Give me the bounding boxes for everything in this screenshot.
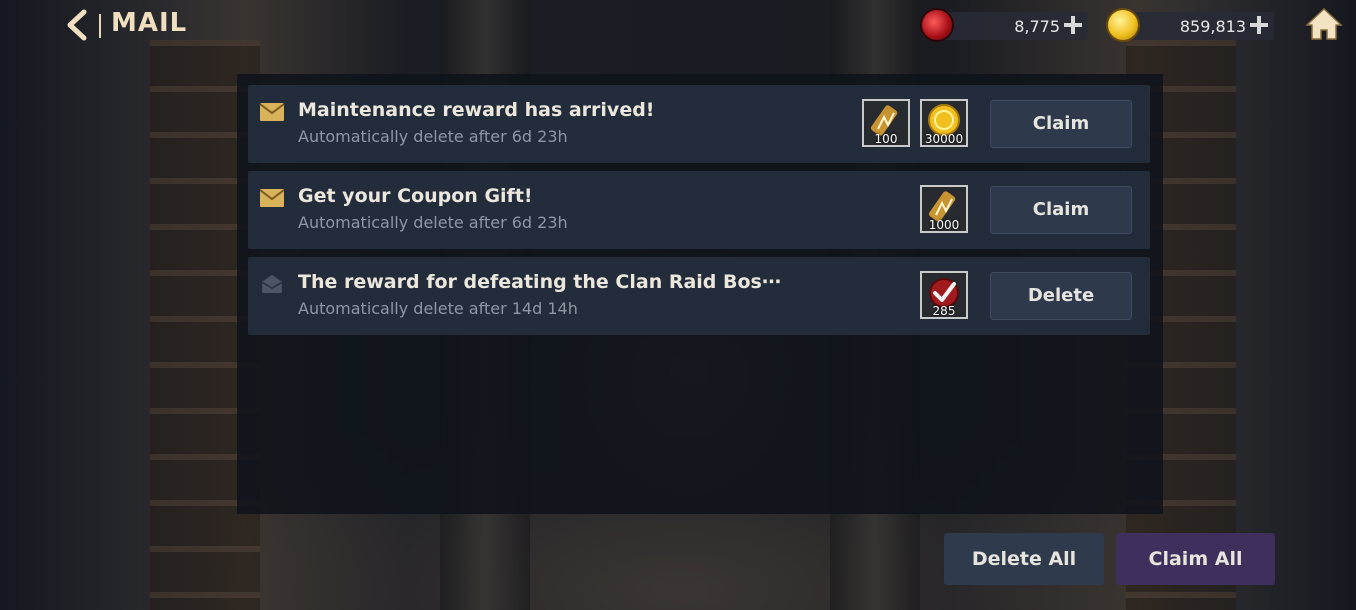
envelope-icon bbox=[260, 103, 284, 121]
home-icon[interactable] bbox=[1305, 6, 1343, 42]
reward-quantity: 1000 bbox=[928, 218, 960, 232]
gem-counter: 8,775 bbox=[938, 12, 1088, 40]
claim-all-button[interactable]: Claim All bbox=[1116, 533, 1275, 585]
back-arrow-icon[interactable] bbox=[62, 8, 92, 42]
mail-title: Get your Coupon Gift! bbox=[298, 185, 533, 207]
red-gem-icon bbox=[922, 10, 952, 40]
claim-button[interactable]: Claim bbox=[990, 100, 1132, 148]
add-gem-button[interactable] bbox=[1062, 14, 1084, 36]
mail-item[interactable]: Get your Coupon Gift! Automatically dele… bbox=[248, 171, 1150, 249]
title-separator bbox=[99, 14, 101, 38]
reward-quantity: 30000 bbox=[924, 132, 964, 146]
page-title: MAIL bbox=[111, 8, 188, 38]
mail-title: The reward for defeating the Clan Raid B… bbox=[298, 271, 781, 293]
gem-amount: 8,775 bbox=[1014, 17, 1060, 36]
mail-title: Maintenance reward has arrived! bbox=[298, 99, 655, 121]
reward-slot[interactable]: 285 bbox=[920, 271, 968, 319]
add-gold-button[interactable] bbox=[1248, 14, 1270, 36]
mail-item[interactable]: Maintenance reward has arrived! Automati… bbox=[248, 85, 1150, 163]
reward-quantity: 100 bbox=[874, 132, 898, 146]
reward-quantity: 285 bbox=[932, 304, 956, 318]
gold-amount: 859,813 bbox=[1179, 17, 1246, 36]
gold-counter: 859,813 bbox=[1124, 12, 1274, 40]
reward-slot[interactable]: 100 bbox=[862, 99, 910, 147]
gold-coin-icon bbox=[1108, 10, 1138, 40]
mail-list-panel: Maintenance reward has arrived! Automati… bbox=[237, 74, 1163, 514]
mail-expiry: Automatically delete after 14d 14h bbox=[298, 299, 578, 318]
claim-button[interactable]: Claim bbox=[990, 186, 1132, 234]
delete-button[interactable]: Delete bbox=[990, 272, 1132, 320]
reward-slot[interactable]: 30000 bbox=[920, 99, 968, 147]
top-bar: MAIL 8,775 859,813 bbox=[0, 0, 1356, 52]
reward-slot[interactable]: 1000 bbox=[920, 185, 968, 233]
envelope-icon bbox=[260, 189, 284, 207]
mail-item[interactable]: The reward for defeating the Clan Raid B… bbox=[248, 257, 1150, 335]
mail-expiry: Automatically delete after 6d 23h bbox=[298, 213, 568, 232]
mail-expiry: Automatically delete after 6d 23h bbox=[298, 127, 568, 146]
opened-envelope-icon bbox=[261, 275, 283, 293]
delete-all-button[interactable]: Delete All bbox=[944, 533, 1104, 585]
